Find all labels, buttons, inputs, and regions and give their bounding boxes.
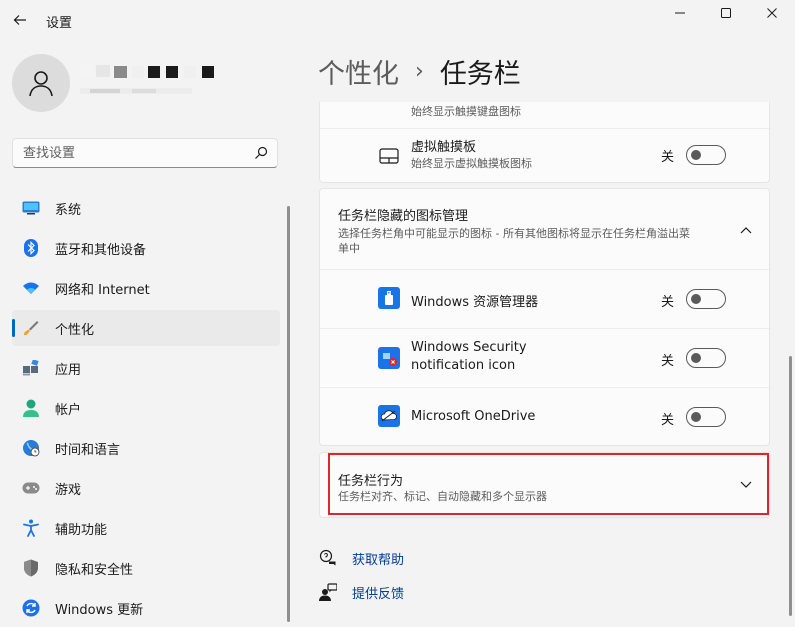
maximize-icon [721,8,731,18]
minimize-icon [675,12,685,14]
maximize-button[interactable] [703,0,749,26]
sidebar-item-apps[interactable]: 应用 [12,350,280,386]
minimize-button[interactable] [657,0,703,26]
usb-drive-icon [378,287,400,309]
toggle-state-label: 关 [661,295,675,310]
windows-security-toggle[interactable] [686,348,726,368]
sidebar-item-label: 辅助功能 [55,522,108,538]
hidden-icons-header[interactable]: 任务栏隐藏的图标管理 选择任务栏角中可能显示的图标 - 所有其他图标将显示在任务… [320,189,771,269]
close-icon [767,8,777,18]
title-bar: 设置 [0,0,795,40]
sidebar-item-label: 个性化 [55,322,95,338]
user-icon [29,71,53,97]
breadcrumb: 个性化 › 任务栏 [318,52,521,91]
shield-icon [22,559,40,577]
redacted-user-email [80,88,192,94]
onedrive-row: Microsoft OneDrive 关 [320,388,771,446]
content-scrollbar[interactable] [789,356,792,616]
get-help-link[interactable]: 获取帮助 [318,548,404,568]
accessibility-icon [22,519,40,537]
onedrive-toggle[interactable] [686,407,726,427]
sidebar-item-label: 时间和语言 [55,442,121,458]
highlight-box [328,453,769,515]
globe-clock-icon [22,439,40,457]
back-button[interactable] [6,6,34,34]
breadcrumb-separator: › [415,59,424,84]
section-description-line2: 单中 [338,242,360,255]
sidebar-item-privacy[interactable]: 隐私和安全性 [12,550,280,586]
taskbar-corner-icons-card: 始终显示触摸键盘图标 虚拟触摸板 始终显示虚拟触摸板图标 关 [319,102,771,183]
search-icon[interactable] [253,145,269,161]
section-title: 任务栏隐藏的图标管理 [338,209,469,224]
virtual-touchpad-row: 虚拟触摸板 始终显示虚拟触摸板图标 关 [320,129,771,183]
sidebar-item-gaming[interactable]: 游戏 [12,470,280,506]
feedback-icon [318,582,338,602]
avatar [12,54,70,112]
sidebar-item-label: Windows 更新 [55,602,144,618]
person-icon [22,399,40,417]
setting-title-line2: notification icon [411,358,516,373]
explorer-row: Windows 资源管理器 关 [320,270,771,328]
settings-search[interactable] [12,138,278,168]
explorer-toggle[interactable] [686,289,726,309]
close-button[interactable] [749,0,795,26]
toggle-state-label: 关 [661,413,675,428]
chevron-up-icon[interactable] [738,222,754,238]
sidebar-item-label: 应用 [55,362,82,378]
sidebar-item-bluetooth[interactable]: 蓝牙和其他设备 [12,230,280,266]
sidebar-scrollbar[interactable] [287,206,290,622]
onedrive-icon [378,405,400,427]
give-feedback-link[interactable]: 提供反馈 [318,582,404,602]
toggle-state-label: 关 [661,150,675,165]
sidebar-item-label: 系统 [55,202,82,218]
sidebar-item-accessibility[interactable]: 辅助功能 [12,510,280,546]
touch-keyboard-row: 始终显示触摸键盘图标 [320,102,771,127]
help-chat-icon [318,548,338,568]
security-alert-icon [378,347,400,369]
wifi-icon [22,279,40,297]
sidebar-item-system[interactable]: 系统 [12,190,280,226]
virtual-touchpad-toggle[interactable] [686,145,726,165]
sidebar-item-label: 隐私和安全性 [55,562,134,578]
setting-title: Windows 资源管理器 [411,295,539,310]
windows-security-row: Windows Security notification icon 关 [320,329,771,387]
touchpad-icon [378,145,400,167]
section-description-line1: 选择任务栏角中可能显示的图标 - 所有其他图标将显示在任务栏角溢出菜 [338,227,690,240]
link-label: 获取帮助 [352,552,405,568]
sidebar-item-network[interactable]: 网络和 Internet [12,270,280,306]
apps-icon [22,359,40,377]
app-title: 设置 [46,16,73,31]
link-label: 提供反馈 [352,586,405,602]
setting-title: Microsoft OneDrive [411,409,536,424]
sidebar-item-label: 网络和 Internet [55,282,150,298]
gamepad-icon [22,479,40,497]
sidebar-item-time-language[interactable]: 时间和语言 [12,430,280,466]
redacted-user-name [80,65,214,78]
toggle-state-label: 关 [661,354,675,369]
setting-title: 虚拟触摸板 [411,140,477,155]
sidebar-item-personalization[interactable]: 个性化 [12,310,280,346]
sidebar-nav: 系统 蓝牙和其他设备 网络和 Internet 个性化 应用 帐户 时间和语言 … [12,190,280,627]
sidebar-item-label: 帐户 [55,402,82,418]
sync-icon [22,599,40,617]
sidebar-item-label: 蓝牙和其他设备 [55,242,147,258]
sidebar-item-accounts[interactable]: 帐户 [12,390,280,426]
page-title: 任务栏 [439,59,521,90]
sidebar-item-windows-update[interactable]: Windows 更新 [12,590,280,626]
setting-description: 始终显示虚拟触摸板图标 [411,157,532,170]
breadcrumb-parent[interactable]: 个性化 [318,52,399,91]
brush-icon [22,319,40,337]
arrow-left-icon [13,15,26,25]
hidden-icons-card: 任务栏隐藏的图标管理 选择任务栏角中可能显示的图标 - 所有其他图标将显示在任务… [319,188,771,446]
setting-title-line1: Windows Security [411,340,527,355]
sidebar-item-label: 游戏 [55,482,82,498]
search-input[interactable] [13,139,243,167]
bluetooth-icon [22,239,40,257]
monitor-icon [22,199,40,217]
user-profile[interactable] [12,52,282,116]
setting-description: 始终显示触摸键盘图标 [411,105,521,118]
